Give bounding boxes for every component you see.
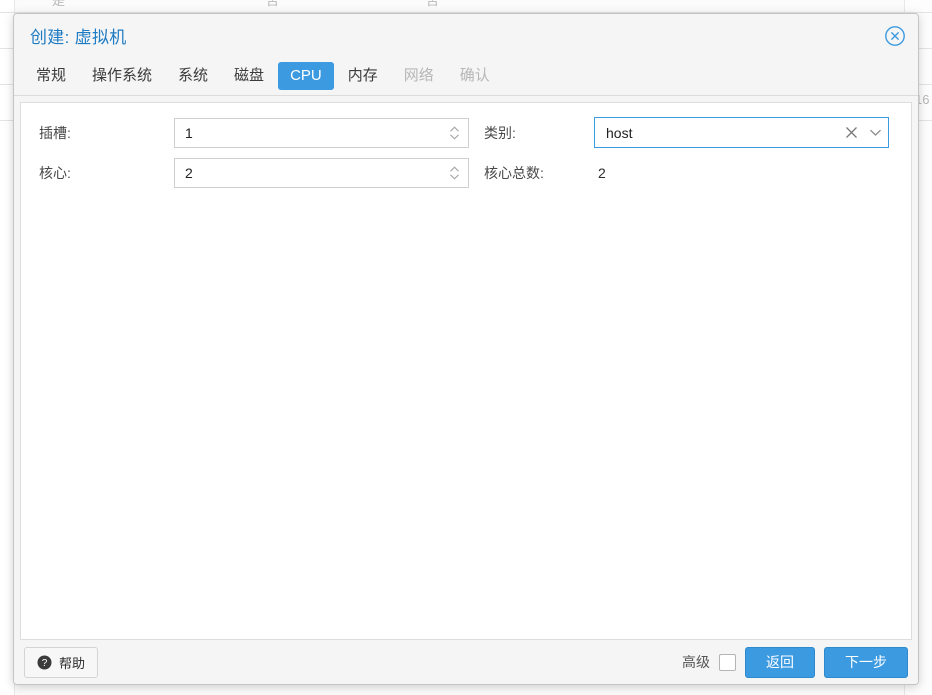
tab-confirm: 确认 (459, 67, 490, 84)
svg-text:?: ? (42, 658, 48, 669)
next-button[interactable]: 下一步 (824, 646, 908, 678)
cores-input-wrapper[interactable] (174, 158, 469, 188)
dialog-footer: ? 帮助 高级 返回 下一步 (14, 640, 918, 684)
wizard-tab-bar: 常规 操作系统 系统 磁盘 CPU 内存 网络 确认 (14, 57, 918, 96)
create-vm-dialog: 创建: 虚拟机 常规 操作系统 系统 磁盘 CPU 内存 网络 确认 插槽: 1… (13, 13, 919, 685)
cpu-type-value: host (606, 124, 633, 141)
dialog-body: 插槽: 类别: host (14, 96, 918, 640)
help-button[interactable]: ? 帮助 (24, 646, 99, 678)
cpu-type-combobox[interactable]: host (594, 117, 889, 148)
cores-label: 核心: (39, 165, 71, 181)
background-cell-value: 否 (426, 0, 440, 8)
back-button[interactable]: 返回 (745, 646, 815, 678)
tab-network: 网络 (403, 67, 434, 84)
cpu-form-panel: 插槽: 类别: host (20, 102, 912, 640)
spinner-updown-icon[interactable] (447, 159, 461, 187)
spinner-updown-icon[interactable] (447, 119, 461, 147)
total-cores-label: 核心总数: (484, 165, 544, 181)
sockets-input[interactable] (175, 118, 468, 147)
sockets-field-cell (174, 117, 474, 148)
sockets-label: 插槽: (39, 124, 71, 141)
advanced-checkbox[interactable] (719, 653, 736, 671)
dialog-title: 创建: 虚拟机 (30, 28, 127, 47)
sockets-input-wrapper[interactable] (174, 117, 469, 148)
tab-disks[interactable]: 磁盘 (222, 62, 276, 90)
cores-input[interactable] (175, 159, 468, 187)
cpu-type-field-cell: host (594, 117, 894, 148)
tab-memory[interactable]: 内存 (336, 62, 390, 90)
background-cell-value: 否 (266, 0, 280, 8)
cpu-type-label: 类别: (484, 124, 516, 141)
total-cores-value: 2 (598, 165, 606, 181)
tab-operating-system[interactable]: 操作系统 (80, 62, 164, 90)
cores-field-cell (174, 158, 474, 188)
help-button-label: 帮助 (59, 655, 86, 671)
advanced-label: 高级 (682, 654, 710, 670)
dialog-header: 创建: 虚拟机 (14, 14, 918, 57)
background-cell-value: 是 (52, 0, 66, 8)
cpu-form-grid: 插槽: 类别: host (39, 117, 893, 188)
tab-system[interactable]: 系统 (166, 62, 220, 90)
question-circle-icon: ? (37, 655, 52, 670)
clear-x-icon[interactable] (840, 126, 862, 139)
footer-actions: 高级 返回 下一步 (682, 646, 908, 678)
close-circle-icon[interactable] (884, 25, 906, 47)
chevron-down-icon[interactable] (862, 128, 888, 137)
tab-cpu[interactable]: CPU (278, 62, 334, 90)
tab-general[interactable]: 常规 (24, 62, 78, 90)
